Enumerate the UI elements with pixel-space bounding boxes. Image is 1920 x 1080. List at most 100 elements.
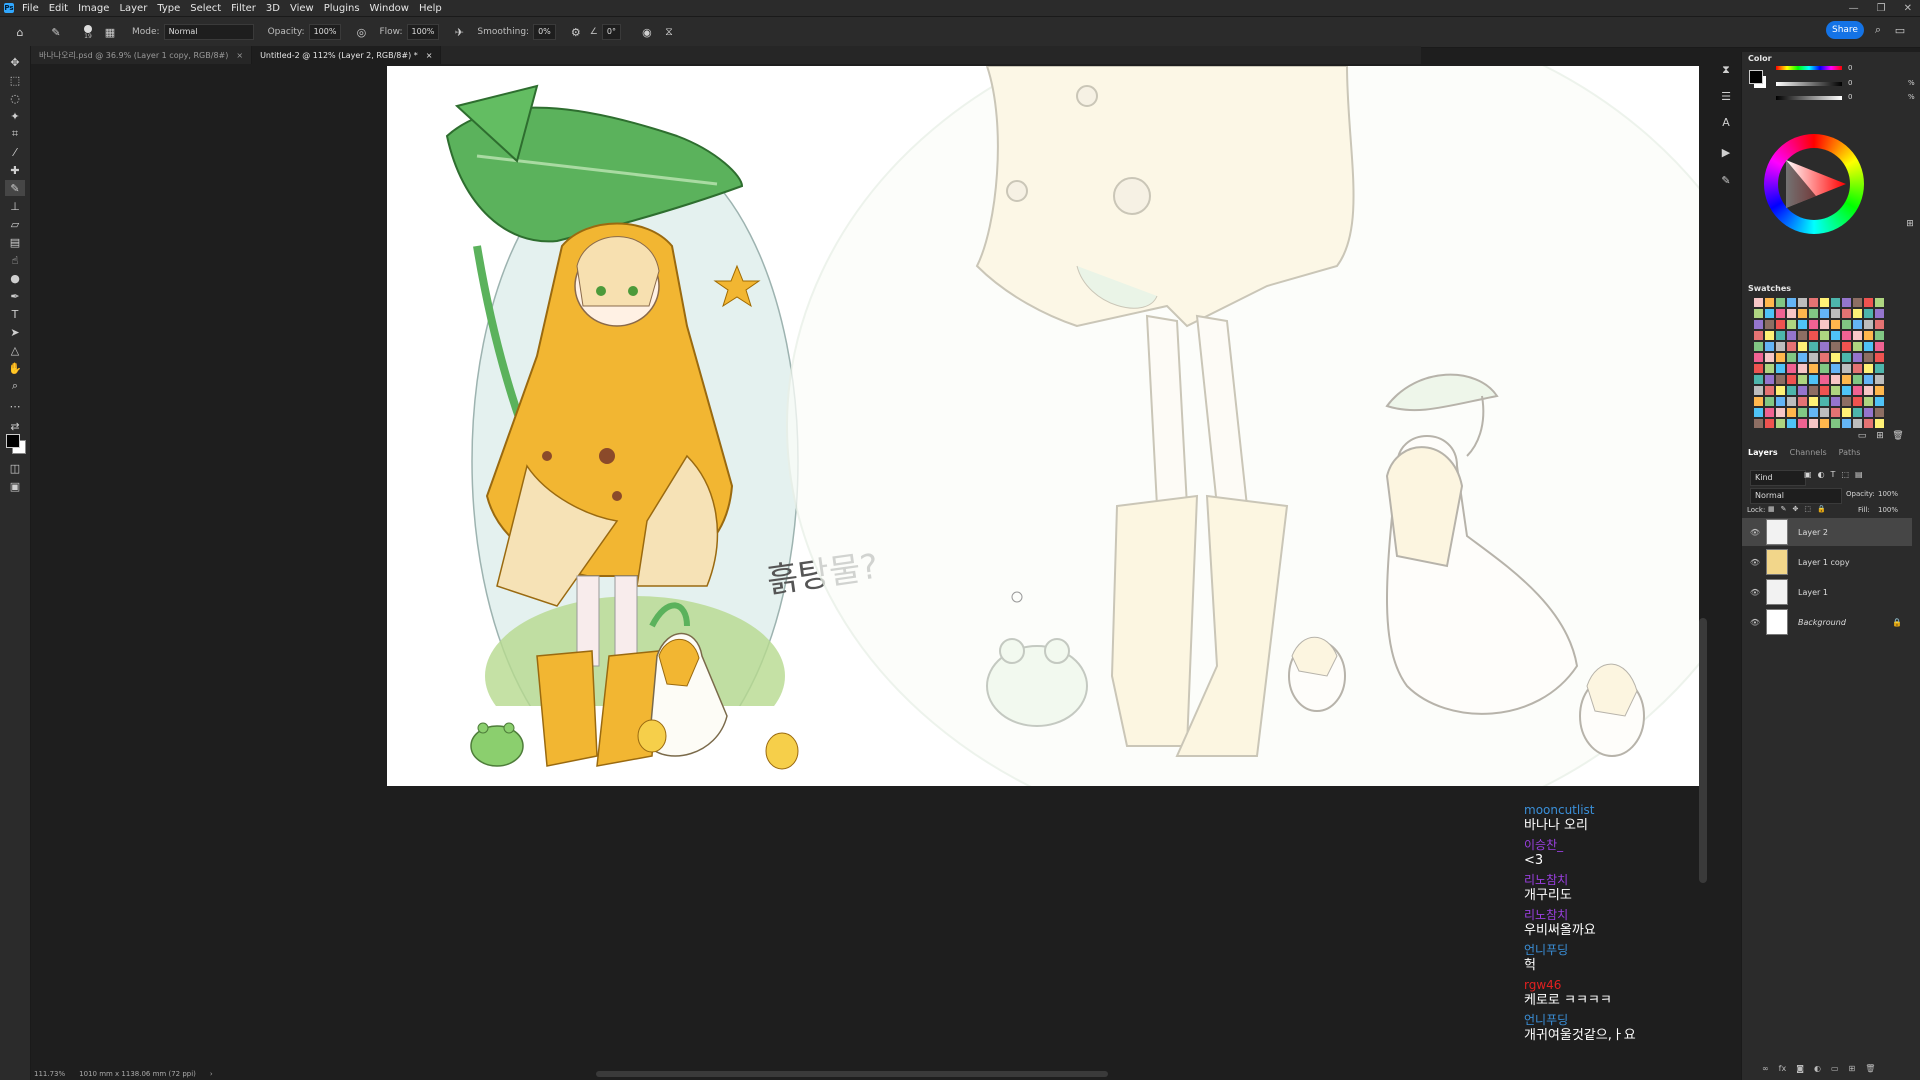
close-tab-icon[interactable]: ×: [236, 51, 243, 60]
tab-paths[interactable]: Paths: [1833, 448, 1867, 462]
menu-file[interactable]: File: [22, 3, 39, 14]
swatch[interactable]: [1853, 397, 1862, 406]
swatch[interactable]: [1754, 408, 1763, 417]
swatch[interactable]: [1842, 298, 1851, 307]
swatch[interactable]: [1776, 342, 1785, 351]
menu-view[interactable]: View: [290, 3, 314, 14]
swatch[interactable]: [1765, 331, 1774, 340]
swatch[interactable]: [1809, 386, 1818, 395]
swatch[interactable]: [1853, 298, 1862, 307]
foreground-color-swatch[interactable]: [6, 434, 20, 448]
swatch[interactable]: [1875, 397, 1884, 406]
layer-row-layer-1-copy[interactable]: 👁 Layer 1 copy: [1742, 548, 1912, 576]
swatch[interactable]: [1754, 397, 1763, 406]
swatch[interactable]: [1809, 342, 1818, 351]
quick-mask-icon[interactable]: ◫: [5, 460, 25, 476]
layer-opacity-value[interactable]: 100%: [1878, 490, 1898, 498]
swatch[interactable]: [1820, 342, 1829, 351]
saturation-slider[interactable]: [1776, 82, 1842, 86]
fill-value[interactable]: 100%: [1878, 506, 1898, 514]
color-panel-title[interactable]: Color: [1742, 52, 1920, 66]
swatch[interactable]: [1754, 320, 1763, 329]
chevron-right-icon[interactable]: ›: [210, 1070, 213, 1078]
swatch[interactable]: [1831, 353, 1840, 362]
swatch[interactable]: [1798, 298, 1807, 307]
swatch[interactable]: [1798, 408, 1807, 417]
expand-icon[interactable]: ⊞: [1902, 216, 1918, 232]
menu-select[interactable]: Select: [190, 3, 221, 14]
saturation-triangle[interactable]: [1778, 148, 1850, 220]
eye-icon[interactable]: 👁: [1748, 528, 1762, 537]
swatch[interactable]: [1798, 375, 1807, 384]
swatch[interactable]: [1787, 408, 1796, 417]
swatch[interactable]: [1875, 419, 1884, 428]
foreground-color-swatch[interactable]: [1749, 70, 1763, 84]
swatch[interactable]: [1864, 386, 1873, 395]
menu-plugins[interactable]: Plugins: [324, 3, 360, 14]
swatch[interactable]: [1809, 408, 1818, 417]
restore-icon[interactable]: ❐: [1877, 3, 1886, 14]
symmetry-icon[interactable]: ⧖: [661, 24, 677, 40]
close-icon[interactable]: ✕: [1904, 3, 1912, 14]
swatch[interactable]: [1776, 331, 1785, 340]
swatch[interactable]: [1798, 419, 1807, 428]
share-button[interactable]: Share: [1826, 21, 1864, 39]
lock-artboard-icon[interactable]: ⬚: [1804, 505, 1811, 513]
menu-layer[interactable]: Layer: [119, 3, 147, 14]
swatch[interactable]: [1776, 408, 1785, 417]
swatch[interactable]: [1765, 342, 1774, 351]
tab-banana-duck[interactable]: 바나나오리.psd @ 36.9% (Layer 1 copy, RGB/8#)…: [31, 46, 253, 64]
path-selection-tool-icon[interactable]: ➤: [5, 324, 25, 340]
smart-filter-icon[interactable]: ▤: [1855, 470, 1863, 479]
brush-tool-preset-icon[interactable]: ✎: [48, 24, 64, 40]
swatch[interactable]: [1787, 386, 1796, 395]
swatch[interactable]: [1754, 298, 1763, 307]
swatch[interactable]: [1765, 309, 1774, 318]
shape-filter-icon[interactable]: ⬚: [1841, 470, 1849, 479]
smoothing-field[interactable]: 0%: [533, 24, 556, 40]
swatch[interactable]: [1754, 419, 1763, 428]
swatch[interactable]: [1831, 386, 1840, 395]
eye-icon[interactable]: 👁: [1748, 558, 1762, 567]
swatch[interactable]: [1875, 298, 1884, 307]
swatch[interactable]: [1809, 298, 1818, 307]
airbrush-icon[interactable]: ✈: [451, 24, 467, 40]
swatches-panel-title[interactable]: Swatches: [1742, 282, 1791, 296]
layer-row-layer-2[interactable]: 👁 Layer 2: [1742, 518, 1912, 546]
swatch[interactable]: [1809, 331, 1818, 340]
layer-row-background[interactable]: 👁 Background 🔒: [1742, 608, 1912, 636]
swatch[interactable]: [1765, 364, 1774, 373]
swatch[interactable]: [1765, 408, 1774, 417]
swatch[interactable]: [1787, 397, 1796, 406]
swatch[interactable]: [1853, 375, 1862, 384]
swatch[interactable]: [1798, 386, 1807, 395]
magic-wand-tool-icon[interactable]: ✦: [5, 108, 25, 124]
hue-slider[interactable]: [1776, 66, 1842, 70]
actions-play-icon[interactable]: ▶: [1718, 144, 1734, 160]
swatch[interactable]: [1820, 364, 1829, 373]
lock-position-icon[interactable]: ✥: [1793, 505, 1799, 513]
swatch[interactable]: [1842, 309, 1851, 318]
swatch[interactable]: [1798, 364, 1807, 373]
gradient-tool-icon[interactable]: ▤: [5, 234, 25, 250]
workspace-icon[interactable]: ▭: [1892, 22, 1908, 38]
folder-icon[interactable]: ▭: [1854, 428, 1870, 444]
slider-value[interactable]: 0: [1848, 93, 1852, 101]
swatch[interactable]: [1787, 353, 1796, 362]
zoom-tool-icon[interactable]: ⌕: [5, 378, 25, 394]
swatch[interactable]: [1765, 298, 1774, 307]
swatch[interactable]: [1831, 331, 1840, 340]
adjustment-layer-icon[interactable]: ◐: [1814, 1064, 1821, 1073]
healing-brush-tool-icon[interactable]: ✚: [5, 162, 25, 178]
swatch[interactable]: [1820, 397, 1829, 406]
swatch[interactable]: [1754, 364, 1763, 373]
slider-value[interactable]: 0: [1848, 79, 1852, 87]
swatch[interactable]: [1787, 309, 1796, 318]
swatch[interactable]: [1875, 408, 1884, 417]
swatch[interactable]: [1798, 331, 1807, 340]
swatch[interactable]: [1875, 331, 1884, 340]
swatch[interactable]: [1864, 353, 1873, 362]
swatch[interactable]: [1776, 309, 1785, 318]
swatch[interactable]: [1820, 419, 1829, 428]
swatch[interactable]: [1842, 320, 1851, 329]
